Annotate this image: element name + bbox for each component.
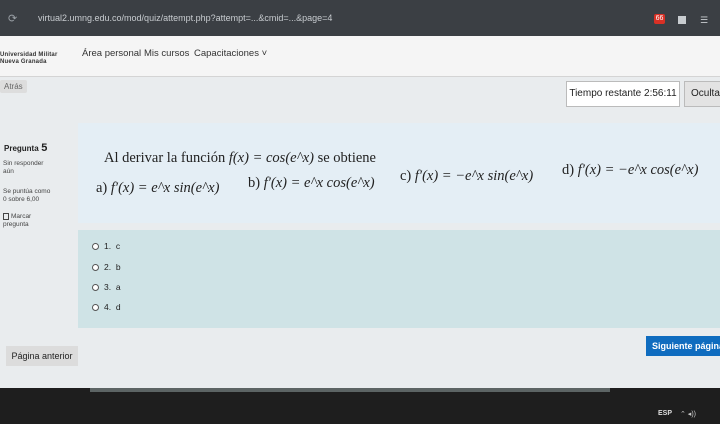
answer-choice[interactable]: 3. a [92, 282, 121, 292]
next-page-button[interactable]: Siguiente página [646, 336, 720, 356]
flag-question-link[interactable]: Marcar [11, 213, 31, 221]
radio-button[interactable] [92, 304, 99, 311]
system-tray-icon[interactable]: ⌃ ◂)) [680, 410, 696, 418]
time-remaining: Tiempo restante 2:56:11 [566, 81, 680, 107]
answer-choice[interactable]: 4. d [92, 302, 121, 312]
answer-panel [78, 230, 720, 328]
option-c: c) f′(x) = −e^x sin(e^x) [400, 168, 534, 184]
reload-icon[interactable]: ⟳ [8, 12, 17, 25]
hide-timer-button[interactable]: Ocultar [684, 81, 720, 107]
browser-toolbar: ⟳ virtual2.umng.edu.co/mod/quiz/attempt.… [0, 0, 720, 36]
question-text: Al derivar la función f(x) = cos(e^x) se… [104, 150, 376, 166]
extension-badge-icon[interactable]: 66 [654, 14, 665, 24]
address-bar[interactable]: virtual2.umng.edu.co/mod/quiz/attempt.ph… [38, 13, 332, 23]
nav-capacitaciones[interactable]: Capacitaciones ˅ [194, 48, 267, 59]
nav-mis-cursos[interactable]: Mis cursos [144, 48, 189, 59]
option-d: d) f′(x) = −e^x cos(e^x) [562, 162, 699, 178]
question-status: Sin responder aún [3, 160, 44, 175]
radio-button[interactable] [92, 243, 99, 250]
extension-icon[interactable] [678, 16, 686, 24]
flag-icon[interactable] [3, 213, 9, 220]
previous-page-button[interactable]: Página anterior [6, 346, 78, 366]
os-taskbar [0, 388, 720, 424]
radio-button[interactable] [92, 284, 99, 291]
answer-choice[interactable]: 1. c [92, 241, 120, 251]
question-score: Se puntúa como 0 sobre 6,00 [3, 188, 51, 203]
language-indicator[interactable]: ESP [658, 410, 672, 417]
university-logo[interactable]: Universidad Militar Nueva Granada [0, 52, 57, 66]
question-number: Pregunta 5 [4, 142, 48, 154]
menu-icon[interactable]: ☰ [700, 16, 710, 25]
nav-area-personal[interactable]: Área personal [82, 48, 141, 59]
option-a: a) f′(x) = e^x sin(e^x) [96, 180, 220, 196]
back-button[interactable]: Atrás [0, 80, 27, 93]
flag-question-link-2[interactable]: pregunta [3, 221, 29, 229]
answer-choice[interactable]: 2. b [92, 262, 121, 272]
option-b: b) f′(x) = e^x cos(e^x) [248, 175, 375, 191]
radio-button[interactable] [92, 264, 99, 271]
taskbar-highlight [90, 388, 610, 392]
